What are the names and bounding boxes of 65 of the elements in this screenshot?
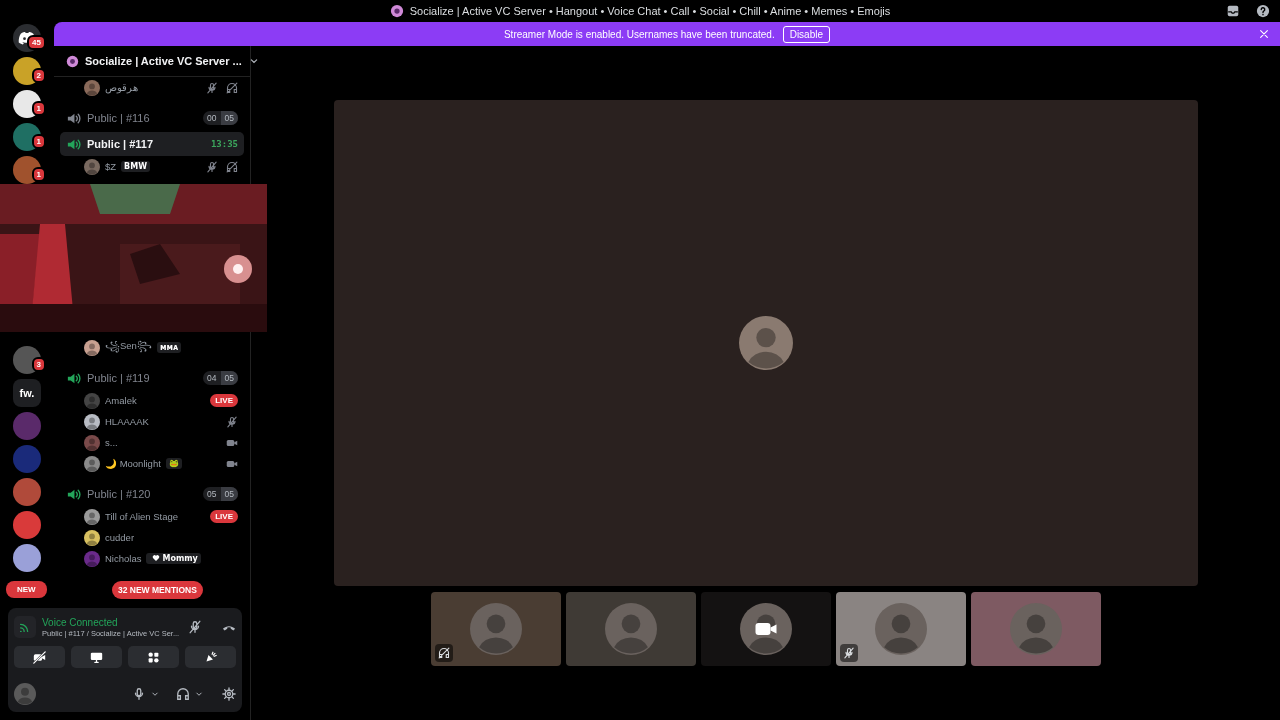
member-name[interactable]: Amalek: [105, 395, 137, 406]
activities-icon: [147, 650, 160, 664]
member-tag: BMW: [121, 161, 150, 172]
user-count: 04 05: [203, 371, 238, 385]
member-tag: Mommy: [146, 553, 201, 564]
soundboard-button[interactable]: [185, 646, 236, 668]
microphone-icon[interactable]: [132, 687, 146, 701]
member-name[interactable]: s...: [105, 437, 118, 448]
live-badge: LIVE: [210, 394, 238, 407]
member-tag: ᴍᴍᴀ: [156, 342, 182, 353]
chevron-icon[interactable]: [194, 689, 204, 699]
voice-connected-label[interactable]: Voice Connected: [42, 616, 182, 628]
disable-button[interactable]: Disable: [782, 25, 831, 43]
participant-tile[interactable]: [700, 592, 831, 666]
banner-message: Streamer Mode is enabled. Usernames have been truncated.: [503, 28, 775, 40]
new-badge[interactable]: NEW: [6, 581, 47, 598]
screen-share-icon: [90, 650, 103, 664]
camera-off-icon: [33, 650, 46, 664]
server-icon: [66, 54, 79, 68]
window-title: Socialize | Active VC Server • Hangout • Voice Chat • Call • Social • Chill • Anime • Memes • Emojis: [409, 5, 891, 17]
server-name[interactable]: Socialize | Active VC Server ...: [85, 55, 242, 67]
headphones-icon[interactable]: [176, 687, 190, 701]
participant-tile[interactable]: [970, 592, 1101, 666]
member-tag: 🐸: [165, 458, 182, 469]
user-avatar: [14, 683, 36, 705]
call-timer: 13:35: [210, 139, 238, 149]
help-icon[interactable]: [1256, 4, 1270, 18]
server-icon[interactable]: [13, 544, 41, 572]
voice-channel[interactable]: Public | #119 04 05: [60, 366, 244, 390]
voice-channel[interactable]: Public | #116 00 05: [60, 106, 244, 130]
voice-channel[interactable]: Public | #117 13:35: [60, 132, 244, 156]
mentions-badge[interactable]: 32 NEW MENTIONS: [112, 581, 203, 599]
participant-avatar: [874, 603, 927, 655]
participant-avatar: [739, 603, 792, 655]
server-icon: [389, 4, 404, 18]
participant-avatar: [1009, 603, 1062, 655]
notification-badge: 45: [27, 35, 46, 50]
main-video-tile[interactable]: [333, 100, 1198, 586]
member-name[interactable]: Till of Alien Stage: [105, 511, 179, 522]
close-icon[interactable]: [1258, 28, 1270, 40]
member-name[interactable]: HLAAAAK: [105, 416, 149, 427]
server-icon[interactable]: fw.: [13, 379, 41, 407]
member-name[interactable]: $Z: [105, 161, 117, 172]
participant-tile[interactable]: [835, 592, 966, 666]
chevron-icon[interactable]: [150, 689, 160, 699]
member-name[interactable]: هرقوص: [105, 82, 138, 93]
member-name[interactable]: cudder: [105, 532, 135, 543]
participant-tile[interactable]: [430, 592, 561, 666]
activities-button[interactable]: [128, 646, 179, 668]
participant-avatar: [738, 316, 793, 370]
participant-avatar: [469, 603, 522, 655]
voice-channel[interactable]: Public | #120 05 05: [60, 482, 244, 506]
settings-icon[interactable]: [222, 687, 236, 701]
member-name[interactable]: ꧁Sen꧂: [105, 337, 152, 358]
participant-tile[interactable]: [565, 592, 696, 666]
participant-avatar: [604, 603, 657, 655]
member-name[interactable]: 🌙 Moonlight: [105, 458, 161, 469]
screen-share-button[interactable]: [71, 646, 122, 668]
soundboard-icon: [204, 650, 217, 664]
member-name[interactable]: Nicholas: [105, 553, 142, 564]
user-count: 05 05: [203, 487, 238, 501]
inbox-icon[interactable]: [1226, 4, 1240, 18]
user-count: 00 05: [203, 111, 238, 125]
live-badge: LIVE: [210, 510, 238, 523]
camera-button[interactable]: [14, 646, 65, 668]
